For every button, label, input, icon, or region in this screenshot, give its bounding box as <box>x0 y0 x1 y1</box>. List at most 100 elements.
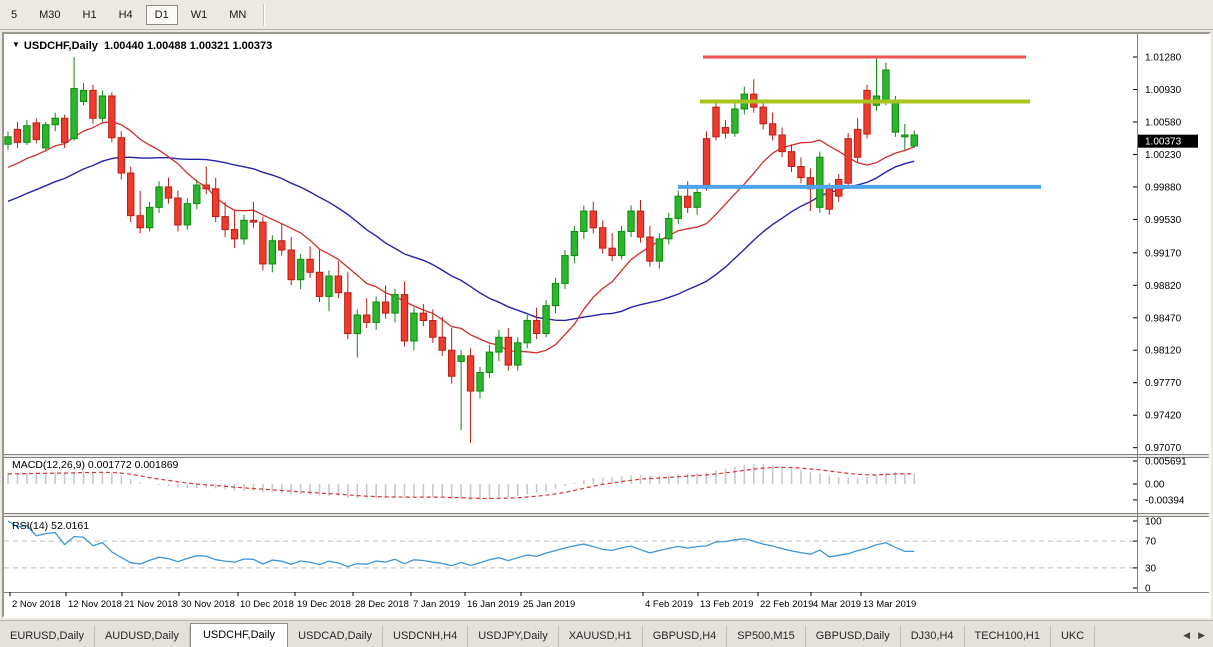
candle-body <box>495 336 503 353</box>
symbol-tab-xauusd-h1[interactable]: XAUUSD,H1 <box>559 626 643 647</box>
symbol-tab-dj30-h4[interactable]: DJ30,H4 <box>901 626 965 647</box>
candle-body <box>665 217 673 240</box>
candle-body <box>13 128 22 143</box>
price-axis-label: 1.00580 <box>1145 117 1182 128</box>
symbol-tab-eurusd-daily[interactable]: EURUSD,Daily <box>0 626 95 647</box>
symbol-tab-tech100-h1[interactable]: TECH100,H1 <box>965 626 1051 647</box>
candle-body <box>561 255 569 284</box>
symbol-tab-audusd-daily[interactable]: AUDUSD,Daily <box>95 626 190 647</box>
candle-body <box>230 229 239 240</box>
timeframe-button-mn[interactable]: MN <box>220 5 255 25</box>
candle-body <box>193 184 201 205</box>
symbol-tab-gbpusd-h4[interactable]: GBPUSD,H4 <box>643 626 728 647</box>
timeframe-button-m30[interactable]: M30 <box>30 5 69 25</box>
candle-body <box>853 128 862 158</box>
rsi-axis-label: 100 <box>1145 517 1162 528</box>
price-axis-label: 0.97420 <box>1145 411 1182 422</box>
candle-body <box>580 210 588 232</box>
candle-body <box>608 247 616 257</box>
timeframe-button-h4[interactable]: H4 <box>110 5 142 25</box>
date-axis-label: 7 Jan 2019 <box>413 599 460 610</box>
candle-body <box>419 312 428 322</box>
candle-body <box>306 258 314 273</box>
price-axis-label: 0.98120 <box>1145 346 1182 357</box>
symbol-tab-usdjpy-daily[interactable]: USDJPY,Daily <box>468 626 559 647</box>
date-axis-label: 12 Nov 2018 <box>68 599 122 610</box>
price-axis-label: 0.99170 <box>1145 248 1182 259</box>
candle-body <box>249 219 258 223</box>
candle-body <box>127 172 135 217</box>
candle-body <box>655 238 664 262</box>
candle-body <box>381 301 390 314</box>
chart-ohlc-values: 1.00440 1.00488 1.00321 1.00373 <box>104 40 273 52</box>
candle-body <box>325 275 333 297</box>
candle-body <box>51 117 59 126</box>
tab-scroll-left-icon[interactable]: ◀ <box>1179 628 1194 643</box>
candle-body <box>542 305 550 335</box>
current-price-text: 1.00373 <box>1145 137 1182 148</box>
symbol-tab-usdchf-daily[interactable]: USDCHF,Daily <box>189 623 289 647</box>
rsi-axis-label: 70 <box>1145 537 1157 548</box>
candle-body <box>514 342 522 366</box>
candle-body <box>400 294 409 342</box>
price-axis-label: 0.98820 <box>1145 281 1182 292</box>
candle-body <box>155 186 163 208</box>
symbol-tab-ukc[interactable]: UKC <box>1051 626 1096 647</box>
candle-body <box>164 186 173 199</box>
timeframe-button-w1[interactable]: W1 <box>182 5 217 25</box>
candle-body <box>532 320 541 335</box>
macd-axis-label: 0.005691 <box>1145 456 1187 467</box>
candle-body <box>202 184 210 190</box>
candle-body <box>882 69 890 103</box>
symbol-tab-gbpusd-daily[interactable]: GBPUSD,Daily <box>806 626 901 647</box>
candle-body <box>353 314 361 335</box>
candle-body <box>901 134 909 138</box>
candle-body <box>447 349 456 377</box>
candle-body <box>391 294 399 314</box>
candle-body <box>211 188 220 218</box>
symbol-tab-bar: EURUSD,Daily AUDUSD,Daily USDCHF,Daily USDC… <box>0 620 1213 647</box>
candle-body <box>844 138 852 184</box>
chart-symbol-label: USDCHF,Daily <box>23 40 98 52</box>
chart-area[interactable]: 1.01280 1.00930 1.00580 1.00230 0.99880 0.995… <box>4 34 1209 616</box>
candle-body <box>551 282 560 307</box>
price-axis-label: 1.01280 <box>1145 53 1182 64</box>
candle-body <box>891 101 900 133</box>
candle-body <box>315 271 324 297</box>
candle-body <box>410 312 418 342</box>
timeframe-button-d1[interactable]: D1 <box>145 4 178 25</box>
toolbar-separator <box>263 3 266 26</box>
candle-body <box>674 195 682 219</box>
candle-body <box>278 240 286 251</box>
candle-body <box>816 156 824 208</box>
candle-body <box>599 227 607 249</box>
candle-body <box>183 203 192 226</box>
date-axis-label: 13 Mar 2019 <box>863 599 916 610</box>
candle-body <box>60 117 69 143</box>
chart-background <box>4 34 1209 616</box>
symbol-tab-sp500-m15[interactable]: SP500,M15 <box>727 626 806 647</box>
candle-body <box>523 320 531 344</box>
candle-body <box>98 95 107 119</box>
date-axis-label: 28 Dec 2018 <box>355 599 409 610</box>
date-axis-label: 25 Jan 2019 <box>523 599 575 610</box>
candle-body <box>759 106 767 125</box>
candle-body <box>910 134 918 147</box>
date-axis-label: 2 Nov 2018 <box>12 599 61 610</box>
date-axis-label: 22 Feb 2019 <box>760 599 813 610</box>
candle-body <box>42 124 50 149</box>
price-axis-label: 1.00230 <box>1145 150 1182 161</box>
tab-scroll-right-icon[interactable]: ▶ <box>1194 628 1209 643</box>
symbol-tab-usdcad-daily[interactable]: USDCAD,Daily <box>288 626 384 647</box>
candle-body <box>145 206 154 229</box>
candle-body <box>683 195 692 208</box>
symbol-tab-usdcnh-h4[interactable]: USDCNH,H4 <box>383 626 469 647</box>
timeframe-button-h1[interactable]: H1 <box>74 5 106 25</box>
timeframe-button-5[interactable]: 5 <box>2 5 26 25</box>
collapse-triangle-icon[interactable]: ▼ <box>12 40 20 49</box>
candle-body <box>476 372 484 392</box>
candle-body <box>721 127 730 134</box>
candle-body <box>787 151 796 168</box>
candle-body <box>466 355 475 392</box>
rsi-axis-label: 30 <box>1145 563 1157 574</box>
